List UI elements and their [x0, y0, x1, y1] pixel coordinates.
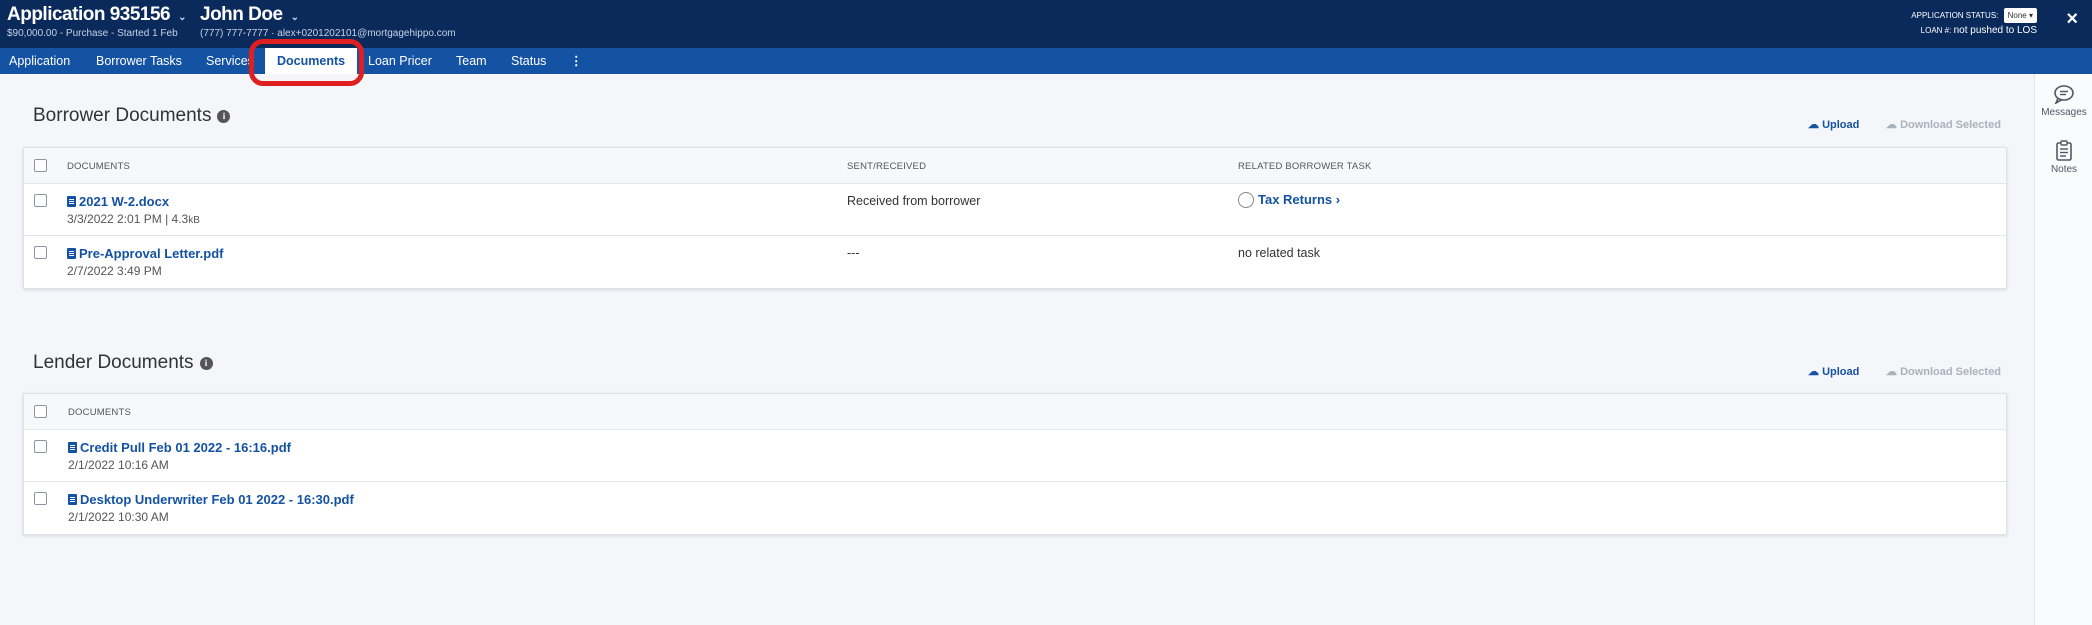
status-select[interactable]: None ▾: [2003, 8, 2037, 23]
cloud-download-icon: ☁: [1886, 119, 1897, 131]
borrower-contact: (777) 777-7777 · alex+0201202101@mortgag…: [200, 28, 456, 39]
select-all-checkbox[interactable]: [34, 159, 47, 172]
info-icon[interactable]: i: [217, 110, 231, 123]
tab-status[interactable]: Status: [511, 48, 546, 74]
close-icon[interactable]: ×: [2066, 8, 2078, 31]
column-header-documents: DOCUMENTS: [68, 407, 132, 418]
borrower-name[interactable]: John Doe ⌄: [200, 4, 299, 26]
table-header: DOCUMENTS SENT/RECEIVED RELATED BORROWER…: [24, 148, 2006, 184]
messages-label: Messages: [2041, 107, 2087, 118]
document-icon: [68, 442, 77, 453]
lender-download-selected-button[interactable]: ☁ Download Selected: [1886, 365, 2001, 378]
chat-bubble-icon: [2054, 85, 2074, 104]
related-task-label: Tax Returns ›: [1258, 192, 1341, 207]
lender-upload-button[interactable]: ☁ Upload: [1808, 365, 1859, 378]
cloud-upload-icon: ☁: [1808, 119, 1819, 131]
status-value: None: [2007, 11, 2027, 20]
chevron-down-icon[interactable]: ⌄: [291, 12, 299, 23]
document-date: 2/7/2022 3:49 PM: [67, 264, 162, 278]
column-header-related-task: RELATED BORROWER TASK: [1238, 161, 1372, 172]
table-row: 2021 W-2.docx 3/3/2022 2:01 PM | 4.3kB R…: [24, 184, 2006, 236]
table-row: Desktop Underwriter Feb 01 2022 - 16:30.…: [24, 482, 2006, 534]
document-icon: [67, 248, 76, 259]
right-rail: Messages Notes: [2034, 74, 2092, 625]
table-header: DOCUMENTS: [24, 394, 2006, 430]
application-title-text: Application 935156: [7, 4, 171, 25]
status-label: APPLICATION STATUS:: [1911, 11, 1999, 20]
document-link[interactable]: Credit Pull Feb 01 2022 - 16:16.pdf: [68, 440, 291, 455]
borrower-download-selected-button[interactable]: ☁ Download Selected: [1886, 118, 2001, 131]
column-header-sent-received: SENT/RECEIVED: [847, 161, 927, 172]
borrower-upload-button[interactable]: ☁ Upload: [1808, 118, 1859, 131]
more-menu-icon[interactable]: ⋮: [570, 48, 583, 74]
document-date: 3/3/2022 2:01 PM | 4.3: [67, 212, 189, 226]
borrower-documents-title: Borrower Documents i: [33, 105, 231, 127]
table-row: Pre-Approval Letter.pdf 2/7/2022 3:49 PM…: [24, 236, 2006, 288]
tab-borrower-tasks[interactable]: Borrower Tasks: [96, 48, 182, 74]
sent-received-value: Received from borrower: [847, 194, 981, 208]
lender-documents-title-text: Lender Documents: [33, 352, 194, 373]
related-task-link[interactable]: Tax Returns ›: [1238, 192, 1340, 208]
lender-documents-table: DOCUMENTS Credit Pull Feb 01 2022 - 16:1…: [23, 393, 2007, 535]
row-checkbox[interactable]: [34, 492, 47, 505]
cloud-upload-icon: ☁: [1808, 366, 1819, 378]
status-area: APPLICATION STATUS: None ▾ LOAN #: not p…: [1911, 8, 2037, 38]
document-meta: 3/3/2022 2:01 PM | 4.3kB: [67, 212, 200, 226]
application-title[interactable]: Application 935156 ⌄: [7, 4, 187, 26]
loan-label: LOAN #:: [1920, 26, 1952, 35]
document-name: Credit Pull Feb 01 2022 - 16:16.pdf: [80, 440, 291, 455]
row-checkbox[interactable]: [34, 194, 47, 207]
document-link[interactable]: Pre-Approval Letter.pdf: [67, 246, 223, 261]
document-name: Pre-Approval Letter.pdf: [79, 246, 224, 261]
select-all-checkbox[interactable]: [34, 405, 47, 418]
notes-label: Notes: [2050, 164, 2078, 175]
document-date: 2/1/2022 10:16 AM: [68, 458, 169, 472]
document-icon: [67, 196, 76, 207]
notes-button[interactable]: Notes: [2035, 140, 2092, 175]
tab-team[interactable]: Team: [456, 48, 487, 74]
document-name: 2021 W-2.docx: [79, 194, 170, 209]
document-name: Desktop Underwriter Feb 01 2022 - 16:30.…: [80, 492, 354, 507]
related-task-value: no related task: [1238, 246, 1320, 260]
tab-services[interactable]: Services: [206, 48, 254, 74]
borrower-upload-label: Upload: [1822, 119, 1860, 131]
application-status: APPLICATION STATUS: None ▾: [1911, 8, 2037, 23]
row-checkbox[interactable]: [34, 246, 47, 259]
borrower-download-label: Download Selected: [1900, 119, 2001, 131]
application-subtitle: $90,000.00 - Purchase - Started 1 Feb: [7, 28, 178, 39]
document-link[interactable]: 2021 W-2.docx: [67, 194, 169, 209]
messages-button[interactable]: Messages: [2035, 84, 2092, 118]
document-size-unit: kB: [188, 215, 200, 226]
tab-loan-pricer[interactable]: Loan Pricer: [368, 48, 432, 74]
document-link[interactable]: Desktop Underwriter Feb 01 2022 - 16:30.…: [68, 492, 354, 507]
document-date: 2/1/2022 10:30 AM: [68, 510, 169, 524]
column-header-documents: DOCUMENTS: [67, 161, 131, 172]
table-row: Credit Pull Feb 01 2022 - 16:16.pdf 2/1/…: [24, 430, 2006, 482]
loan-value: not pushed to LOS: [1953, 25, 2037, 36]
highlight-annotation: [249, 39, 364, 86]
tab-application[interactable]: Application: [9, 48, 70, 74]
info-icon[interactable]: i: [199, 357, 213, 370]
clipboard-icon: [2056, 140, 2072, 161]
sent-received-value: ---: [847, 246, 860, 260]
chevron-down-icon[interactable]: ⌄: [178, 12, 186, 23]
task-status-circle-icon: [1238, 192, 1254, 208]
cloud-download-icon: ☁: [1886, 366, 1897, 378]
lender-upload-label: Upload: [1822, 366, 1860, 378]
borrower-documents-table: DOCUMENTS SENT/RECEIVED RELATED BORROWER…: [23, 147, 2007, 289]
lender-documents-title: Lender Documents i: [33, 352, 213, 374]
borrower-documents-title-text: Borrower Documents: [33, 105, 212, 126]
loan-number: LOAN #: not pushed to LOS: [1911, 23, 2037, 38]
row-checkbox[interactable]: [34, 440, 47, 453]
document-icon: [68, 494, 77, 505]
borrower-name-text: John Doe: [200, 4, 283, 25]
lender-download-label: Download Selected: [1900, 366, 2001, 378]
